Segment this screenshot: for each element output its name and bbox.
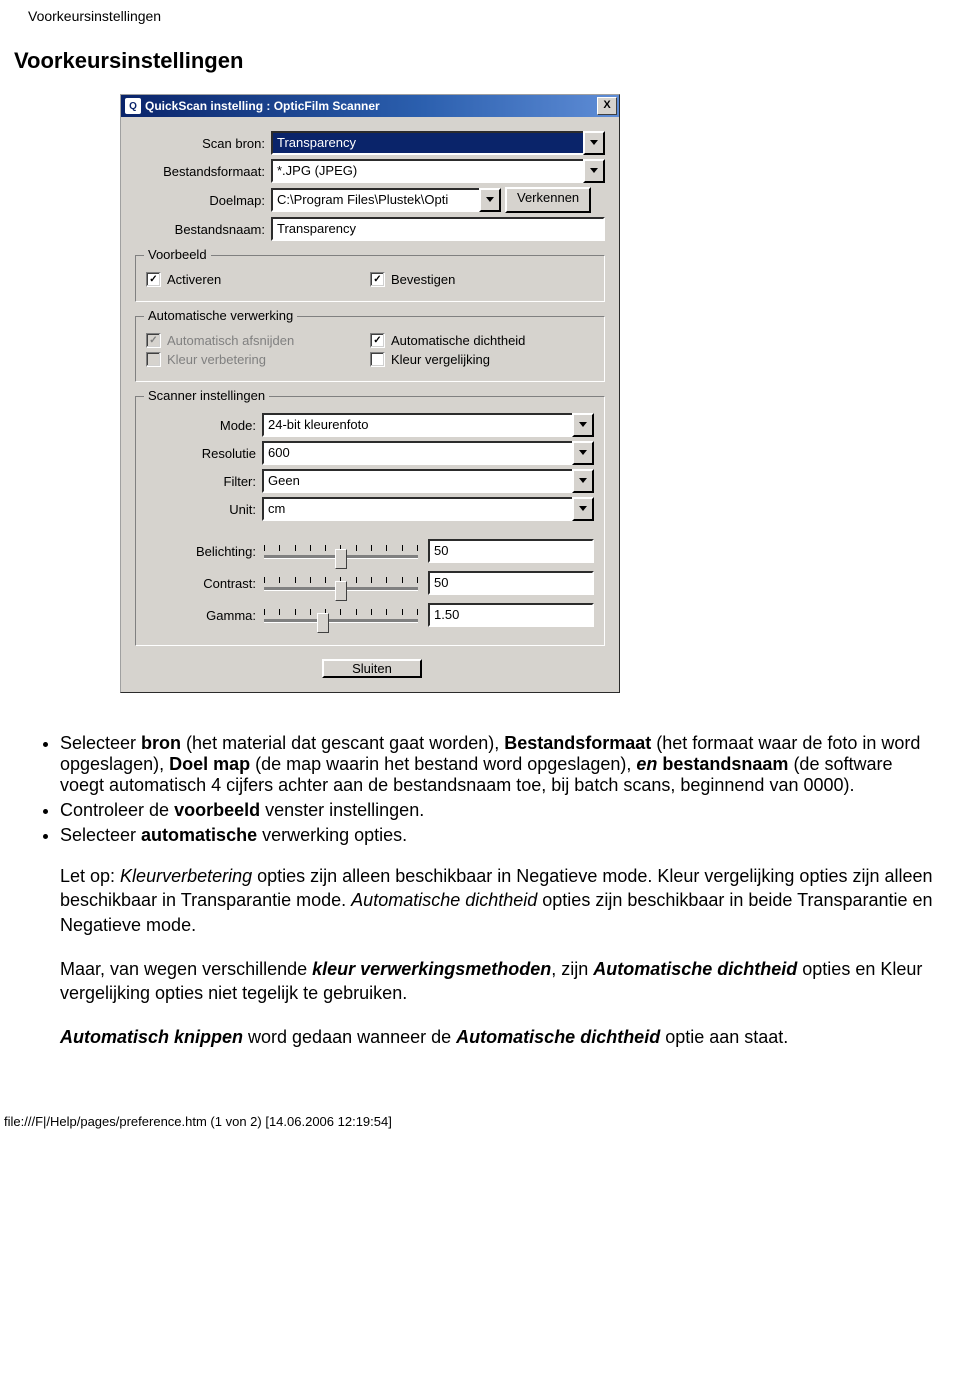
list-item: Selecteer automatische verwerking opties…: [60, 825, 934, 846]
verkennen-button[interactable]: Verkennen: [505, 187, 591, 213]
filter-label: Filter:: [146, 474, 262, 489]
filter-select[interactable]: Geen: [262, 469, 574, 493]
paragraph: Let op: Kleurverbetering opties zijn all…: [60, 864, 934, 937]
bevestigen-checkbox[interactable]: [370, 272, 385, 287]
mode-select[interactable]: 24-bit kleurenfoto: [262, 413, 574, 437]
breadcrumb-title: Voorkeursinstellingen: [10, 0, 950, 28]
verbetering-checkbox: [146, 352, 161, 367]
afsnijden-label: Automatisch afsnijden: [167, 333, 294, 348]
paragraph: Automatisch knippen word gedaan wanneer …: [60, 1025, 934, 1049]
dichtheid-checkbox[interactable]: [370, 333, 385, 348]
sluiten-button[interactable]: Sluiten: [322, 659, 422, 678]
page-title: Voorkeursinstellingen: [10, 28, 950, 84]
chevron-down-icon[interactable]: [479, 188, 501, 212]
body-text: Selecteer bron (het material dat gescant…: [26, 733, 934, 1050]
belichting-row: Belichting: 50: [146, 539, 594, 563]
bestandsnaam-input[interactable]: Transparency: [271, 217, 605, 241]
page-footer: file:///F|/Help/pages/preference.htm (1 …: [0, 1090, 960, 1137]
app-icon: Q: [125, 98, 141, 114]
doelmap-label: Doelmap:: [135, 193, 271, 208]
gamma-value[interactable]: 1.50: [428, 603, 594, 627]
contrast-slider[interactable]: [264, 571, 418, 595]
resolutie-label: Resolutie: [146, 446, 262, 461]
vergelijking-label: Kleur vergelijking: [391, 352, 490, 367]
scan-bron-label: Scan bron:: [135, 136, 271, 151]
afsnijden-checkbox: [146, 333, 161, 348]
group-voorbeeld: Voorbeeld Activeren Bevestigen: [135, 255, 605, 302]
list-item: Selecteer bron (het material dat gescant…: [60, 733, 934, 796]
bestandsnaam-label: Bestandsnaam:: [135, 222, 271, 237]
group-legend: Scanner instellingen: [144, 388, 269, 403]
scan-bron-select[interactable]: Transparency: [271, 131, 585, 155]
group-legend: Voorbeeld: [144, 247, 211, 262]
gamma-row: Gamma: 1.50: [146, 603, 594, 627]
bestandsformaat-label: Bestandsformaat:: [135, 164, 271, 179]
chevron-down-icon[interactable]: [572, 413, 594, 437]
belichting-value[interactable]: 50: [428, 539, 594, 563]
vergelijking-checkbox[interactable]: [370, 352, 385, 367]
chevron-down-icon[interactable]: [583, 159, 605, 183]
gamma-label: Gamma:: [146, 608, 264, 623]
activeren-checkbox[interactable]: [146, 272, 161, 287]
close-icon[interactable]: X: [597, 97, 617, 115]
group-scanner: Scanner instellingen Mode: 24-bit kleure…: [135, 396, 605, 646]
gamma-slider[interactable]: [264, 603, 418, 627]
chevron-down-icon[interactable]: [572, 441, 594, 465]
doelmap-select[interactable]: C:\Program Files\Plustek\Opti: [271, 188, 481, 212]
window-title: QuickScan instelling : OpticFilm Scanner: [145, 99, 595, 113]
paragraph: Maar, van wegen verschillende kleur verw…: [60, 957, 934, 1006]
belichting-slider[interactable]: [264, 539, 418, 563]
contrast-row: Contrast: 50: [146, 571, 594, 595]
bevestigen-label: Bevestigen: [391, 272, 455, 287]
chevron-down-icon[interactable]: [583, 131, 605, 155]
belichting-label: Belichting:: [146, 544, 264, 559]
bestandsformaat-select[interactable]: *.JPG (JPEG): [271, 159, 585, 183]
group-verwerking: Automatische verwerking Automatisch afsn…: [135, 316, 605, 382]
list-item: Controleer de voorbeeld venster instelli…: [60, 800, 934, 821]
group-legend: Automatische verwerking: [144, 308, 297, 323]
activeren-label: Activeren: [167, 272, 221, 287]
unit-select[interactable]: cm: [262, 497, 574, 521]
dichtheid-label: Automatische dichtheid: [391, 333, 525, 348]
resolutie-select[interactable]: 600: [262, 441, 574, 465]
quickscan-dialog: Q QuickScan instelling : OpticFilm Scann…: [120, 94, 620, 693]
verbetering-label: Kleur verbetering: [167, 352, 266, 367]
unit-label: Unit:: [146, 502, 262, 517]
contrast-value[interactable]: 50: [428, 571, 594, 595]
mode-label: Mode:: [146, 418, 262, 433]
contrast-label: Contrast:: [146, 576, 264, 591]
chevron-down-icon[interactable]: [572, 497, 594, 521]
chevron-down-icon[interactable]: [572, 469, 594, 493]
titlebar: Q QuickScan instelling : OpticFilm Scann…: [121, 95, 619, 117]
